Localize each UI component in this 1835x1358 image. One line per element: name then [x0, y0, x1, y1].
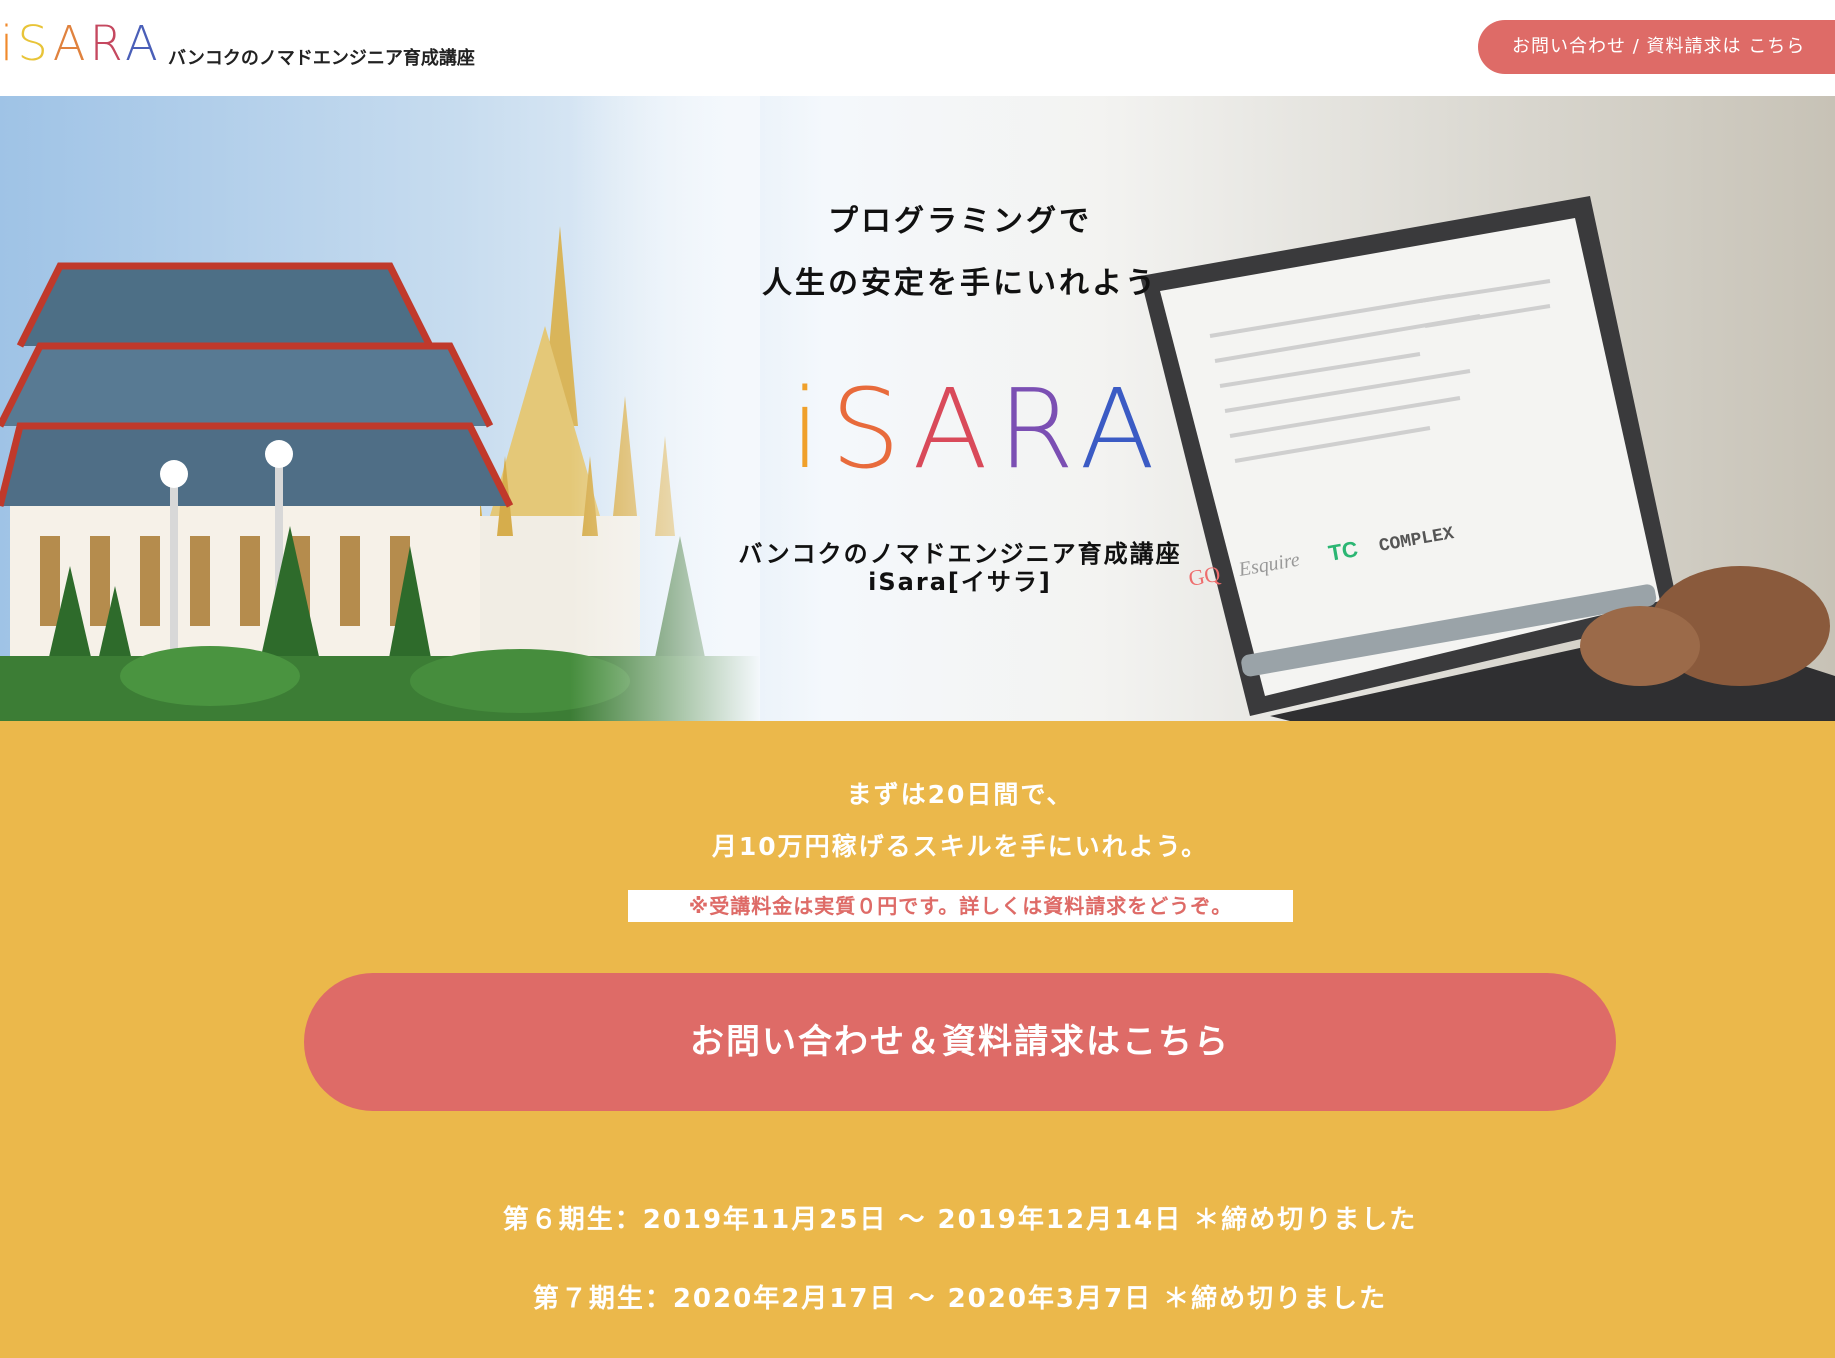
logo-letter-a1: A — [52, 16, 90, 72]
site-header: iSARA バンコクのノマドエンジニア育成講座 お問い合わせ / 資料請求は こ… — [0, 0, 1835, 96]
logo-letter-s: S — [17, 16, 53, 72]
hero-headline-line1: プログラミングで — [828, 204, 1092, 239]
hero-logo-letter-s: S — [830, 365, 913, 493]
promo-line-2: 月10万円稼げるスキルを手にいれよう。 — [711, 832, 1209, 861]
hero-logo-letter-a1: A — [912, 365, 998, 493]
header-contact-button[interactable]: お問い合わせ / 資料請求は こちら — [1478, 20, 1835, 74]
term-6-schedule: 第６期生：2019年11月25日 ～ 2019年12月14日 ＊締め切りました — [502, 1205, 1418, 1235]
promo-section: まずは20日間で、 月10万円稼げるスキルを手にいれよう。 ※受講料金は実質０円… — [0, 721, 1835, 1358]
fee-notice: ※受講料金は実質０円です。詳しくは資料請求をどうぞ。 — [628, 890, 1293, 922]
hero-logo-letter-a2: A — [1079, 365, 1165, 493]
hero-subtitle-line2: iSara[イサラ] — [868, 568, 1052, 596]
hero-headline-line2: 人生の安定を手にいれよう — [762, 266, 1158, 301]
logo-letter-i: i — [0, 16, 18, 72]
contact-request-button[interactable]: お問い合わせ＆資料請求はこちら — [304, 973, 1616, 1111]
promo-line-1: まずは20日間で、 — [846, 780, 1074, 809]
hero-logo: iSARA — [790, 374, 1155, 484]
logo-letter-a2: A — [124, 16, 162, 72]
hero-banner: GQ Esquire TC COMPLEX プログラミングで 人生の安定を手にい… — [0, 96, 1835, 721]
hero-logo-letter-r: R — [997, 365, 1080, 493]
header-tagline: バンコクのノマドエンジニア育成講座 — [168, 48, 475, 69]
hero-logo-letter-i: i — [790, 365, 831, 493]
term-7-schedule: 第７期生：2020年2月17日 ～ 2020年3月7日 ＊締め切りました — [532, 1284, 1388, 1314]
site-logo[interactable]: iSARA — [0, 18, 162, 70]
logo-letter-r: R — [89, 16, 125, 72]
temple-illustration — [0, 96, 760, 721]
laptop-illustration: GQ Esquire TC COMPLEX — [1140, 196, 1835, 721]
